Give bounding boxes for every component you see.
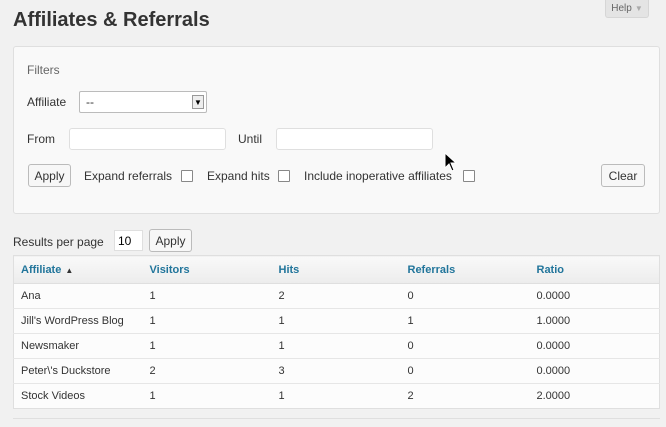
- until-label: Until: [238, 132, 263, 146]
- cell-affiliate: Ana: [13, 283, 143, 309]
- filters-heading: Filters: [27, 63, 60, 77]
- column-header-hits[interactable]: Hits: [271, 255, 401, 284]
- apply-pagination-button[interactable]: Apply: [149, 229, 192, 252]
- until-date-input[interactable]: [276, 128, 433, 150]
- cell-referrals: 0: [400, 358, 530, 384]
- sort-ascending-icon: ▲: [65, 265, 74, 275]
- cell-affiliate: Peter\'s Duckstore: [13, 358, 143, 384]
- cell-referrals: 2: [400, 383, 530, 409]
- expand-referrals-checkbox[interactable]: [181, 170, 193, 182]
- table-header-row: Affiliate ▲ Visitors Hits Referrals Ratio: [13, 255, 660, 284]
- cell-ratio: 1.0000: [529, 308, 660, 334]
- include-inoperative-checkbox[interactable]: [463, 170, 475, 182]
- cell-referrals: 1: [400, 308, 530, 334]
- cell-hits: 1: [271, 333, 401, 359]
- cell-affiliate: Jill's WordPress Blog: [13, 308, 143, 334]
- cell-ratio: 0.0000: [529, 358, 660, 384]
- cell-visitors: 1: [142, 383, 272, 409]
- from-label: From: [27, 132, 55, 146]
- cell-visitors: 1: [142, 333, 272, 359]
- clear-filters-button[interactable]: Clear: [601, 164, 645, 187]
- results-per-page-input[interactable]: [114, 230, 143, 251]
- cell-referrals: 0: [400, 283, 530, 309]
- affiliate-select[interactable]: -- ▼: [79, 91, 207, 113]
- cell-visitors: 1: [142, 308, 272, 334]
- affiliates-table: Affiliate ▲ Visitors Hits Referrals Ratio…: [13, 255, 660, 409]
- cell-hits: 1: [271, 383, 401, 409]
- cell-visitors: 2: [142, 358, 272, 384]
- expand-referrals-label: Expand referrals: [84, 169, 173, 183]
- column-header-referrals[interactable]: Referrals: [400, 255, 530, 284]
- cell-ratio: 2.0000: [529, 383, 660, 409]
- cell-visitors: 1: [142, 283, 272, 309]
- table-row: Ana 1 2 0 0.0000: [13, 283, 660, 309]
- cell-ratio: 0.0000: [529, 283, 660, 309]
- mouse-cursor-icon: [444, 152, 458, 172]
- dropdown-arrow-icon: ▼: [192, 95, 204, 109]
- column-header-label: Affiliate: [21, 263, 62, 276]
- table-row: Stock Videos 1 1 2 2.0000: [13, 383, 660, 409]
- column-header-visitors[interactable]: Visitors: [142, 255, 272, 284]
- apply-filters-button[interactable]: Apply: [28, 164, 71, 187]
- cell-hits: 2: [271, 283, 401, 309]
- chevron-down-icon: ▼: [634, 4, 643, 13]
- from-date-input[interactable]: [69, 128, 226, 150]
- page-title: Affiliates & Referrals: [13, 9, 210, 31]
- table-row: Jill's WordPress Blog 1 1 1 1.0000: [13, 308, 660, 334]
- affiliate-select-value: --: [86, 95, 94, 109]
- help-button[interactable]: Help ▼: [605, 0, 649, 18]
- help-label: Help: [611, 3, 632, 14]
- cell-hits: 3: [271, 358, 401, 384]
- table-row: Newsmaker 1 1 0 0.0000: [13, 333, 660, 359]
- expand-hits-checkbox[interactable]: [278, 170, 290, 182]
- divider: [13, 418, 660, 419]
- results-per-page-label: Results per page: [13, 235, 104, 249]
- column-header-affiliate[interactable]: Affiliate ▲: [13, 255, 143, 284]
- affiliate-label: Affiliate: [27, 95, 67, 109]
- expand-hits-label: Expand hits: [207, 169, 270, 183]
- cell-hits: 1: [271, 308, 401, 334]
- include-inoperative-label: Include inoperative affiliates: [304, 169, 452, 183]
- cell-referrals: 0: [400, 333, 530, 359]
- table-row: Peter\'s Duckstore 2 3 0 0.0000: [13, 358, 660, 384]
- cell-ratio: 0.0000: [529, 333, 660, 359]
- cell-affiliate: Stock Videos: [13, 383, 143, 409]
- cell-affiliate: Newsmaker: [13, 333, 143, 359]
- filters-panel: Filters Affiliate -- ▼ From Until Apply …: [13, 46, 660, 214]
- column-header-ratio[interactable]: Ratio: [529, 255, 660, 284]
